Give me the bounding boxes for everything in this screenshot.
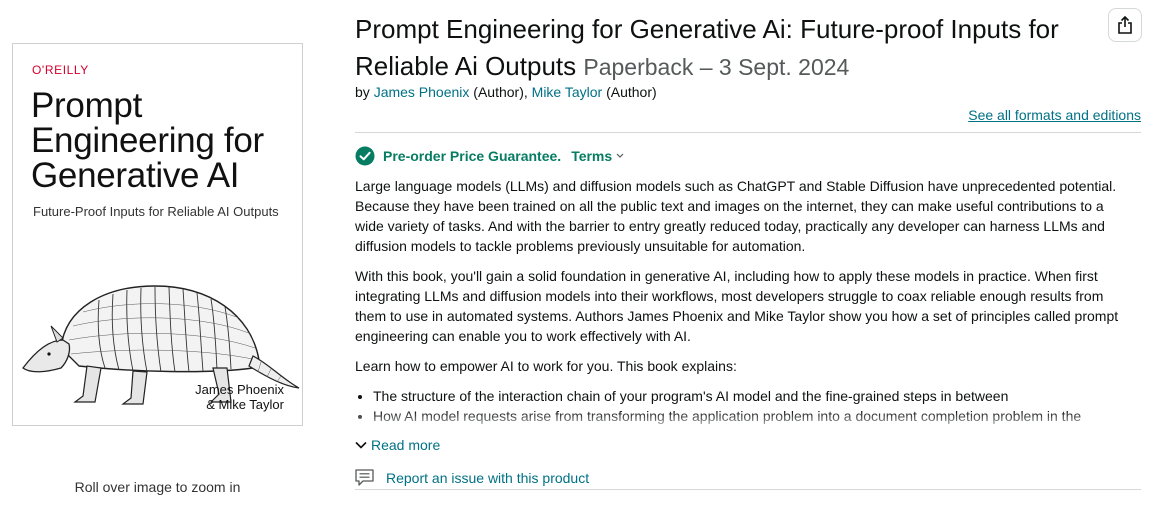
- description-paragraph: Learn how to empower AI to work for you.…: [355, 358, 737, 374]
- list-item: The structure of the interaction chain o…: [373, 386, 1130, 406]
- report-issue-link[interactable]: Report an issue with this product: [355, 469, 589, 487]
- read-more-button[interactable]: Read more: [355, 437, 440, 453]
- description-fade: [355, 411, 1145, 431]
- description-paragraph: With this book, you'll gain a solid foun…: [355, 268, 1119, 344]
- description-paragraph: Large language models (LLMs) and diffusi…: [355, 178, 1117, 254]
- chevron-down-icon: [355, 441, 367, 449]
- divider: [355, 489, 1141, 490]
- comment-icon: [355, 469, 374, 486]
- product-description: Large language models (LLMs) and diffusi…: [355, 176, 1130, 426]
- zoom-hint: Roll over image to zoom in: [74, 479, 241, 495]
